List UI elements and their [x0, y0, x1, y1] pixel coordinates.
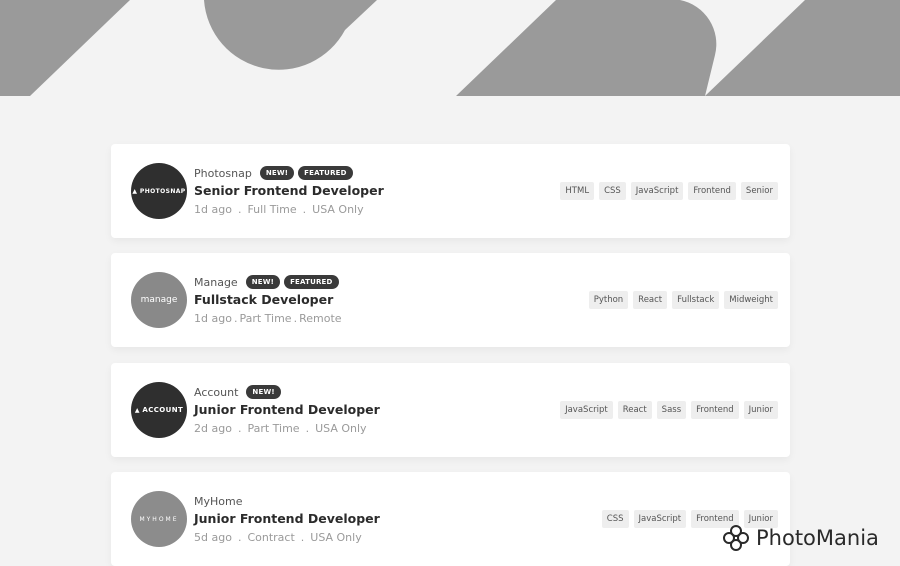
account-logo-mark: ▲ [134, 406, 143, 414]
tag-javascript[interactable]: JavaScript [633, 510, 687, 528]
company-name: Account [194, 385, 239, 399]
posted-at: 1d ago [194, 203, 232, 216]
company-logo: MYHOME [131, 491, 187, 547]
flower-icon [723, 525, 749, 551]
job-location: USA Only [315, 422, 367, 435]
tag-fullstack[interactable]: Fullstack [672, 291, 720, 309]
company-name: MyHome [194, 494, 243, 508]
tag-list: Python React Fullstack Midweight [584, 291, 778, 309]
watermark-text: PhotoMania [756, 526, 879, 550]
logo-text: PHOTOSNAP [139, 187, 186, 195]
company-logo: ▲ ACCOUNT [131, 382, 187, 438]
company-logo: ▲ PHOTOSNAP [131, 163, 187, 219]
tag-sass[interactable]: Sass [656, 401, 687, 419]
header-banner [0, 0, 900, 96]
job-card-manage[interactable]: manage Manage NEW! FEATURED Fullstack De… [111, 253, 790, 347]
tag-css[interactable]: CSS [599, 182, 626, 200]
tag-css[interactable]: CSS [601, 510, 629, 528]
tag-frontend[interactable]: Frontend [691, 401, 739, 419]
tag-html[interactable]: HTML [560, 182, 595, 200]
company-logo: manage [131, 272, 187, 328]
new-badge: NEW! [259, 166, 295, 180]
job-location: Remote [299, 312, 342, 325]
posted-at: 2d ago [194, 422, 232, 435]
tag-react[interactable]: React [617, 401, 652, 419]
tag-list: JavaScript React Sass Frontend Junior [555, 401, 778, 419]
job-location: USA Only [310, 531, 362, 544]
job-title[interactable]: Junior Frontend Developer [194, 402, 380, 417]
job-meta: 5d ago. Contract. USA Only [194, 531, 362, 544]
tag-javascript[interactable]: JavaScript [560, 401, 613, 419]
contract-type: Part Time [239, 312, 292, 325]
new-badge: NEW! [245, 275, 281, 289]
job-card-myhome[interactable]: MYHOME MyHome Junior Frontend Developer … [111, 472, 790, 566]
job-location: USA Only [312, 203, 364, 216]
logo-text: manage [140, 295, 178, 305]
tag-python[interactable]: Python [588, 291, 629, 309]
posted-at: 1d ago [194, 312, 232, 325]
posted-at: 5d ago [194, 531, 232, 544]
job-meta: 1d ago. Part Time. Remote [194, 312, 342, 325]
tag-junior[interactable]: Junior [743, 401, 778, 419]
job-meta: 1d ago. Full Time. USA Only [194, 203, 364, 216]
contract-type: Full Time [247, 203, 297, 216]
contract-type: Part Time [247, 422, 300, 435]
featured-badge: FEATURED [284, 275, 339, 289]
photosnap-logo-mark: ▲ [132, 187, 140, 195]
tag-senior[interactable]: Senior [740, 182, 778, 200]
featured-badge: FEATURED [298, 166, 353, 180]
job-title[interactable]: Junior Frontend Developer [194, 511, 380, 526]
job-title[interactable]: Fullstack Developer [194, 292, 343, 307]
job-title[interactable]: Senior Frontend Developer [194, 183, 384, 198]
job-card-account[interactable]: ▲ ACCOUNT Account NEW! Junior Frontend D… [111, 363, 790, 457]
photomania-watermark: PhotoMania [722, 516, 892, 560]
job-meta: 2d ago. Part Time. USA Only [194, 422, 367, 435]
new-badge: NEW! [246, 385, 281, 399]
tag-midweight[interactable]: Midweight [724, 291, 778, 309]
tag-react[interactable]: React [633, 291, 668, 309]
logo-text: MYHOME [139, 515, 179, 523]
tag-frontend[interactable]: Frontend [688, 182, 736, 200]
company-name: Photosnap [194, 166, 252, 180]
logo-text: ACCOUNT [142, 406, 184, 414]
company-name: Manage [194, 275, 238, 289]
tag-list: HTML CSS JavaScript Frontend Senior [555, 182, 778, 200]
contract-type: Contract [247, 531, 295, 544]
tag-javascript[interactable]: JavaScript [630, 182, 684, 200]
job-card-photosnap[interactable]: ▲ PHOTOSNAP Photosnap NEW! FEATURED Seni… [111, 144, 790, 238]
